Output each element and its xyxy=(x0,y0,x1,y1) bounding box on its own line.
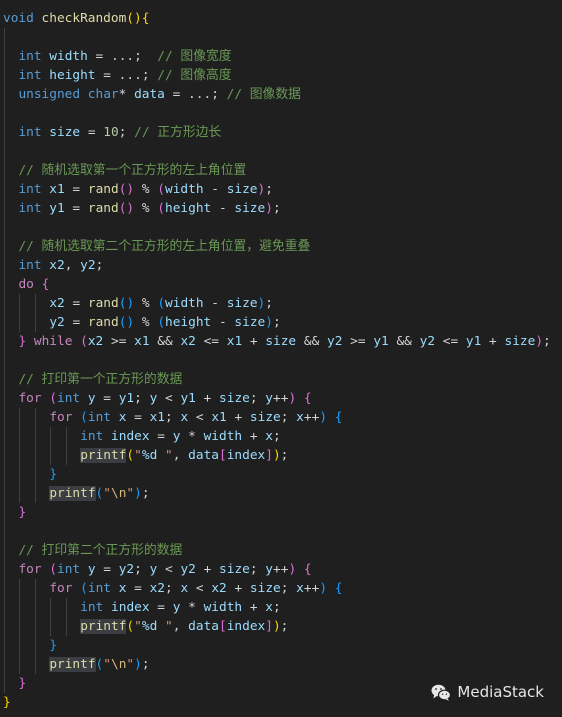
code-line[interactable]: int index = y * width + x; xyxy=(3,598,281,617)
code-line[interactable]: } xyxy=(3,693,11,712)
code-line[interactable]: printf("%d ", data[index]); xyxy=(3,617,288,636)
code-line[interactable]: for (int x = x2; x < x2 + size; x++) { xyxy=(3,579,342,598)
indent-guide xyxy=(65,427,67,465)
code-line[interactable]: printf("\n"); xyxy=(3,484,150,503)
code-line[interactable]: } while (x2 >= x1 && x2 <= x1 + size && … xyxy=(3,332,550,351)
code-line[interactable]: } xyxy=(3,465,57,484)
code-editor[interactable]: void checkRandom(){ int width = ...; // … xyxy=(0,0,562,717)
code-line[interactable]: int x1 = rand() % (width - size); xyxy=(3,180,273,199)
code-line[interactable]: y2 = rand() % (height - size); xyxy=(3,313,280,332)
indent-guide xyxy=(34,294,36,332)
code-line[interactable]: void checkRandom(){ xyxy=(3,9,149,28)
code-line[interactable]: for (int y = y2; y < y2 + size; y++) { xyxy=(3,560,311,579)
code-line[interactable]: int x2, y2; xyxy=(3,256,103,275)
code-line[interactable]: } xyxy=(3,636,57,655)
code-line[interactable]: int height = ...; // 图像高度 xyxy=(3,66,231,85)
indent-guide xyxy=(34,579,36,674)
indent-guide xyxy=(65,598,67,636)
indent-guide xyxy=(19,294,21,332)
indent-guide xyxy=(19,408,21,503)
watermark: MediaStack xyxy=(431,683,544,701)
code-line[interactable]: do { xyxy=(3,275,49,294)
code-line[interactable]: printf("%d ", data[index]); xyxy=(3,446,288,465)
wechat-icon xyxy=(431,684,452,701)
indent-guide xyxy=(34,408,36,503)
code-line[interactable]: // 随机选取第一个正方形的左上角位置 xyxy=(3,161,246,180)
code-line[interactable]: } xyxy=(3,674,26,693)
code-line[interactable]: } xyxy=(3,503,26,522)
indent-guide xyxy=(50,598,52,636)
code-line[interactable]: int y1 = rand() % (height - size); xyxy=(3,199,280,218)
code-line[interactable]: for (int y = y1; y < y1 + size; y++) { xyxy=(3,389,311,408)
code-line[interactable]: // 打印第二个正方形的数据 xyxy=(3,541,182,560)
code-line[interactable]: int index = y * width + x; xyxy=(3,427,281,446)
indent-guide xyxy=(4,28,5,693)
indent-guide xyxy=(19,579,21,674)
code-line[interactable]: // 随机选取第二个正方形的左上角位置，避免重叠 xyxy=(3,237,310,256)
code-line[interactable]: int size = 10; // 正方形边长 xyxy=(3,123,221,142)
code-line[interactable]: printf("\n"); xyxy=(3,655,150,674)
code-line[interactable]: // 打印第一个正方形的数据 xyxy=(3,370,182,389)
code-line[interactable]: unsigned char* data = ...; // 图像数据 xyxy=(3,85,301,104)
watermark-label: MediaStack xyxy=(457,683,544,701)
indent-guide xyxy=(50,427,52,465)
code-line[interactable]: x2 = rand() % (width - size); xyxy=(3,294,273,313)
code-line[interactable]: int width = ...; // 图像宽度 xyxy=(3,47,231,66)
code-line[interactable]: for (int x = x1; x < x1 + size; x++) { xyxy=(3,408,342,427)
